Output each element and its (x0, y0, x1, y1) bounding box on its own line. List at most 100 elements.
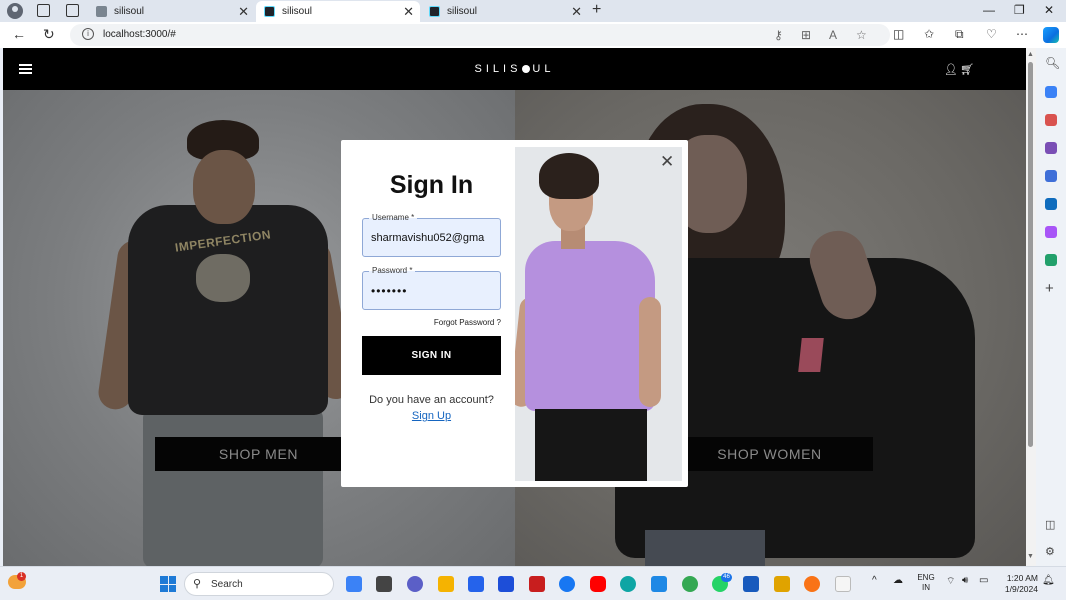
tshirt-print: IMPERFECTION (168, 227, 278, 316)
copilot-icon[interactable] (1043, 27, 1059, 43)
restore-button[interactable]: ❐ (1014, 3, 1025, 17)
page-scrollbar[interactable]: ▲ ▼ (1026, 48, 1036, 566)
widgets-icon[interactable] (346, 576, 362, 592)
profile-icon[interactable] (7, 3, 23, 19)
apps-icon[interactable]: ⊞ (801, 28, 811, 42)
site-header: SILIS UL 👤︎ 🛒︎ (3, 48, 1026, 90)
clock[interactable]: 1:20 AM 1/9/2024 (996, 573, 1038, 595)
teams-icon[interactable] (407, 576, 423, 592)
store-icon[interactable] (468, 576, 484, 592)
search-placeholder: Search (211, 579, 243, 590)
shop-women-button[interactable]: SHOP WOMEN (666, 437, 873, 471)
close-window-button[interactable]: ✕ (1044, 3, 1054, 17)
onedrive-icon[interactable]: ☁ (893, 575, 903, 586)
app-icon[interactable] (498, 576, 514, 592)
user-icon[interactable]: 👤︎ (944, 63, 958, 76)
address-bar[interactable]: i localhost:3000/# ⚷ ⊞ A ☆ (70, 24, 890, 46)
signup-prompt: Do you have an account? (369, 394, 494, 406)
tab-title: silisoul (282, 6, 313, 17)
username-field[interactable]: Username * (362, 213, 501, 257)
password-field[interactable]: Password * (362, 266, 501, 310)
model-product-image (515, 147, 682, 481)
username-input[interactable] (363, 219, 500, 256)
more-menu-icon[interactable]: ⋯ (1016, 27, 1028, 41)
scroll-down-icon[interactable]: ▼ (1027, 553, 1034, 560)
edge-icon[interactable] (620, 576, 636, 592)
hide-sidebar-icon[interactable]: ◫ (1045, 518, 1055, 531)
collections-icon[interactable]: ⧉ (955, 27, 964, 42)
youtube-icon[interactable] (590, 576, 606, 592)
site-info-icon[interactable]: i (82, 28, 94, 40)
refresh-icon[interactable]: ↻ (43, 26, 55, 43)
react-favicon-icon (264, 6, 275, 17)
read-aloud-icon[interactable]: A (829, 28, 837, 42)
close-tab-icon[interactable]: ✕ (238, 4, 249, 20)
tools-icon[interactable] (1045, 114, 1057, 126)
favorite-star-icon[interactable]: ☆ (856, 28, 867, 42)
add-sidebar-app-icon[interactable]: + (1045, 280, 1054, 297)
mcafee-icon[interactable] (529, 576, 545, 592)
close-modal-icon[interactable]: ✕ (660, 152, 674, 172)
browser-tab-1[interactable]: silisoul ✕ (88, 1, 257, 22)
chrome-icon[interactable] (682, 576, 698, 592)
site-logo[interactable]: SILIS UL (3, 63, 1026, 75)
paint-icon[interactable] (774, 576, 790, 592)
password-input[interactable] (363, 272, 500, 309)
facebook-icon[interactable] (559, 576, 575, 592)
microsoft365-icon[interactable] (1045, 170, 1057, 182)
notification-bell-icon[interactable]: 🔔︎ (1042, 575, 1055, 586)
taskbar-search[interactable]: ⚲ Search (184, 572, 334, 596)
minimize-button[interactable]: — (983, 3, 995, 17)
search-sidebar-icon[interactable]: 🔍︎ (1045, 56, 1060, 70)
games-icon[interactable] (1045, 142, 1057, 154)
tab-actions-icon[interactable] (66, 4, 79, 17)
gorilla-graphic-icon (196, 254, 250, 302)
file-explorer-icon[interactable] (438, 576, 454, 592)
browser-tab-3[interactable]: silisoul ✕ (421, 1, 588, 22)
mongodb-icon[interactable] (835, 576, 851, 592)
sign-in-button[interactable]: SIGN IN (362, 336, 501, 375)
web-page: SILIS UL 👤︎ 🛒︎ IMPERFECTION SHOP MEN SHOP… (3, 48, 1026, 566)
browser-essentials-icon[interactable]: ♡ (986, 27, 997, 41)
scroll-up-icon[interactable]: ▲ (1027, 51, 1034, 58)
word-icon[interactable] (743, 576, 759, 592)
shop-men-button[interactable]: SHOP MEN (155, 437, 362, 471)
clock-date: 1/9/2024 (1004, 584, 1038, 594)
designer-icon[interactable] (1045, 226, 1057, 238)
key-icon[interactable]: ⚷ (774, 28, 783, 42)
sign-in-modal: Sign In Username * Password * Forgot Pas… (341, 140, 688, 487)
new-tab-button[interactable]: + (592, 1, 601, 19)
search-icon: ⚲ (193, 578, 202, 590)
cart-icon[interactable]: 🛒︎ (960, 63, 974, 76)
postman-icon[interactable] (804, 576, 820, 592)
scrollbar-thumb[interactable] (1028, 62, 1033, 447)
shopping-icon[interactable] (1045, 86, 1057, 98)
back-icon[interactable]: ← (12, 26, 26, 42)
battery-icon[interactable]: ▭ (979, 575, 988, 586)
forgot-password-link[interactable]: Forgot Password ? (362, 318, 501, 327)
workspaces-icon[interactable] (37, 4, 50, 17)
browser-toolbar: ← ↻ i localhost:3000/# ⚷ ⊞ A ☆ ◫ ✩ ⧉ ♡ ⋯ (0, 22, 1066, 48)
pocket-graphic-icon (798, 338, 824, 372)
volume-icon[interactable]: 🔊︎ (962, 575, 968, 586)
clock-time: 1:20 AM (1006, 573, 1038, 583)
task-view-icon[interactable] (376, 576, 392, 592)
sidebar-settings-icon[interactable]: ⚙ (1045, 545, 1055, 558)
close-tab-icon[interactable]: ✕ (403, 4, 414, 20)
weather-badge: 1 (17, 572, 26, 581)
outlook-icon[interactable] (1045, 198, 1057, 210)
favorites-icon[interactable]: ✩ (924, 27, 934, 41)
start-button[interactable] (160, 576, 176, 592)
close-tab-icon[interactable]: ✕ (571, 4, 582, 20)
language-indicator[interactable]: ENG IN (914, 573, 938, 593)
browser-tab-strip: silisoul ✕ silisoul ✕ silisoul ✕ + — ❐ ✕ (0, 0, 1066, 22)
vscode-icon[interactable] (651, 576, 667, 592)
drop-icon[interactable] (1045, 254, 1057, 266)
wifi-icon[interactable]: ⌔ (946, 575, 955, 588)
react-favicon-icon (429, 6, 440, 17)
show-hidden-icons[interactable]: ^ (872, 575, 877, 586)
browser-tab-2[interactable]: silisoul ✕ (256, 1, 420, 22)
split-screen-icon[interactable]: ◫ (893, 27, 904, 41)
sign-up-link[interactable]: Sign Up (351, 410, 512, 422)
tab-title: silisoul (447, 6, 478, 17)
